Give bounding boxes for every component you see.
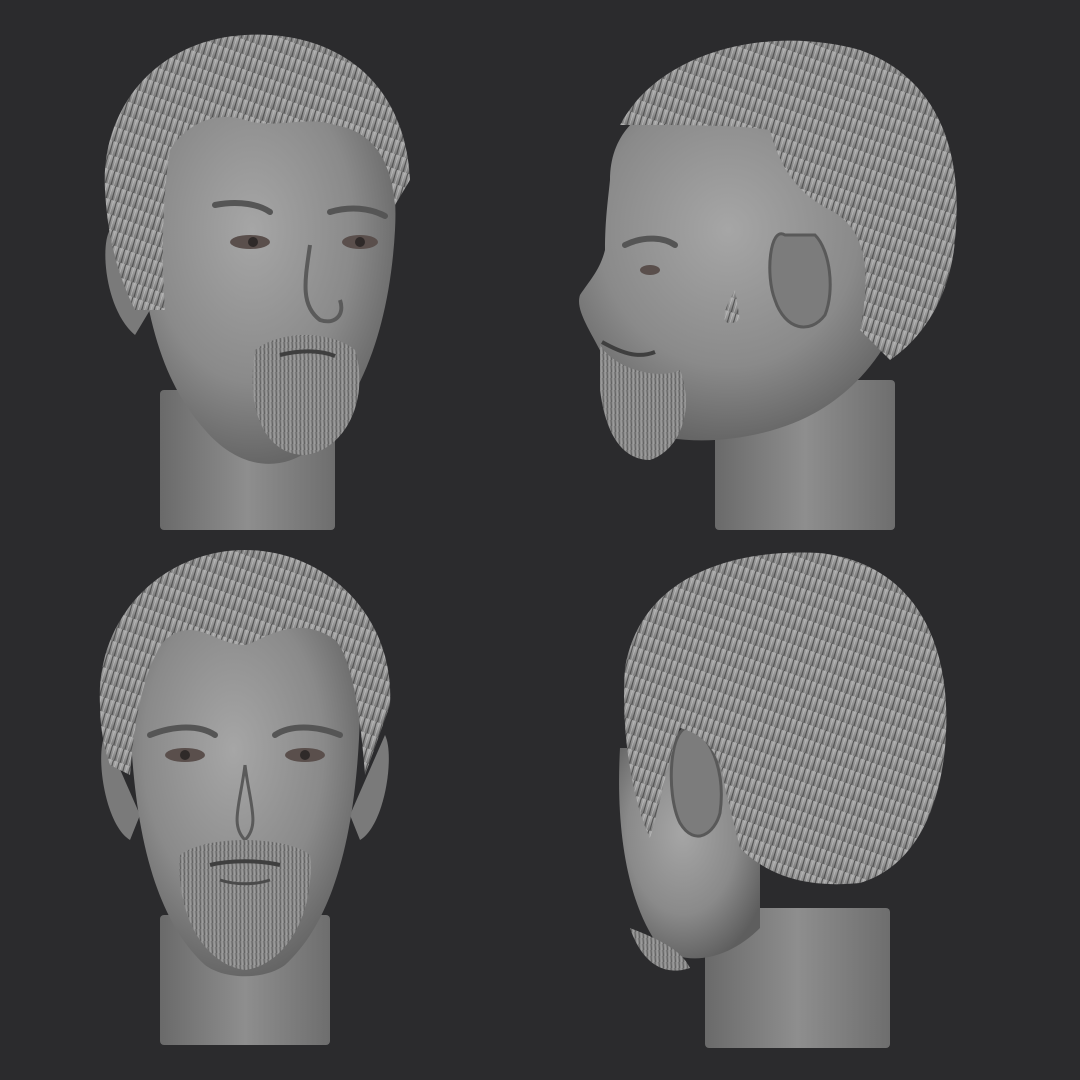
sculpt-render-canvas: [0, 0, 1080, 1080]
head-view-profile: [570, 30, 970, 535]
head-view-front: [95, 545, 395, 1050]
head-view-back-three-quarter: [610, 548, 955, 1053]
head-view-front-three-quarter: [95, 30, 425, 535]
